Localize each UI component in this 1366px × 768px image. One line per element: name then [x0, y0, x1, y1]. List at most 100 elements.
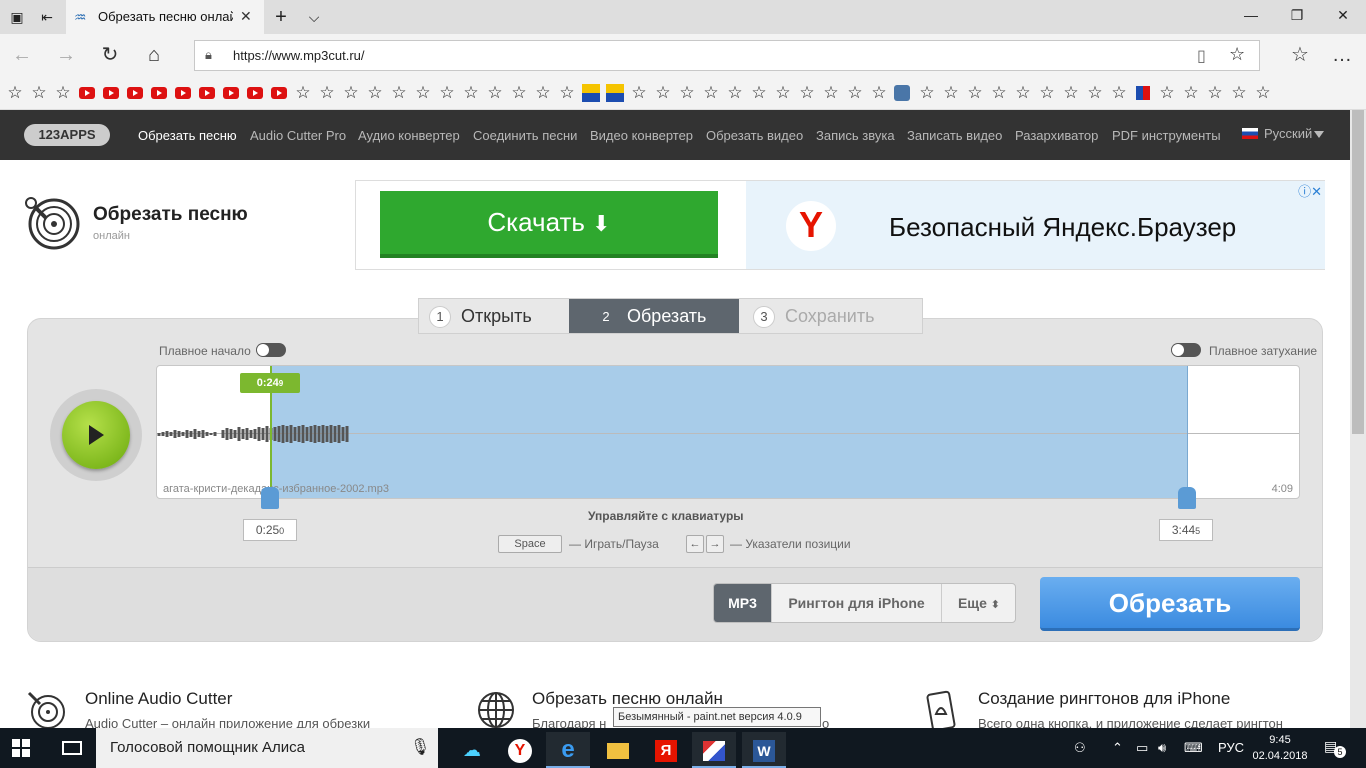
- favorite-star-icon[interactable]: ☆: [870, 84, 888, 102]
- paint-net-taskbar-icon[interactable]: [692, 732, 736, 768]
- favorite-star-icon[interactable]: ☆: [462, 84, 480, 102]
- nav-item-cut-song[interactable]: Обрезать песню: [138, 128, 237, 143]
- favorite-star-icon[interactable]: ☆: [822, 84, 840, 102]
- favorite-star-icon[interactable]: ☆: [942, 84, 960, 102]
- scrollbar-thumb[interactable]: [1352, 110, 1364, 434]
- yandex-browser-taskbar-icon[interactable]: Y: [498, 732, 542, 768]
- favorite-star-icon[interactable]: ☆: [294, 84, 312, 102]
- favorite-star-icon[interactable]: ☆: [390, 84, 408, 102]
- format-iphone-ringtone-button[interactable]: Рингтон для iPhone: [772, 584, 942, 622]
- favorite-star-icon[interactable]: ☆: [726, 84, 744, 102]
- favorite-star-icon[interactable]: ☆: [534, 84, 552, 102]
- taskbar-search-box[interactable]: Голосовой помощник Алиса 🎙︎: [96, 728, 438, 768]
- maximize-button[interactable]: ❐: [1282, 7, 1312, 27]
- page-scrollbar[interactable]: [1350, 110, 1366, 728]
- site-logo[interactable]: 123APPS: [24, 124, 110, 146]
- colored-favorite-icon[interactable]: [582, 84, 600, 102]
- vk-favorite-icon[interactable]: [894, 85, 910, 101]
- yandex-taskbar-icon[interactable]: Я: [644, 732, 688, 768]
- format-more-button[interactable]: Еще ⬍: [942, 584, 1015, 622]
- favorite-star-icon[interactable]: ☆: [774, 84, 792, 102]
- favorite-star-icon[interactable]: ☆: [30, 84, 48, 102]
- minimize-button[interactable]: —: [1236, 7, 1266, 27]
- nav-item-video-converter[interactable]: Видео конвертер: [590, 128, 693, 143]
- tab-list-icon[interactable]: ▣: [8, 8, 26, 26]
- forward-arrow-icon[interactable]: →: [54, 43, 78, 67]
- youtube-favorite-icon[interactable]: [270, 84, 288, 102]
- waveform-area[interactable]: агата-кристи-декаданс-избранное-2002.mp3…: [156, 365, 1300, 499]
- people-icon[interactable]: ⚇: [1074, 740, 1086, 756]
- ad-choices-icon[interactable]: ⓘ✕: [1298, 181, 1322, 200]
- word-taskbar-icon[interactable]: W: [742, 732, 786, 768]
- cut-button[interactable]: Обрезать: [1040, 577, 1300, 631]
- advertisement-banner[interactable]: Скачать ⬇ Y Безопасный Яндекс.Браузер ⓘ✕: [355, 180, 1325, 270]
- ad-download-button[interactable]: Скачать ⬇: [380, 191, 718, 258]
- youtube-favorite-icon[interactable]: [174, 84, 192, 102]
- favorite-star-icon[interactable]: ☆: [54, 84, 72, 102]
- nav-item-cut-video[interactable]: Обрезать видео: [706, 128, 803, 143]
- favorite-star-icon[interactable]: ☆: [510, 84, 528, 102]
- favorite-star-icon[interactable]: ☆: [846, 84, 864, 102]
- youtube-favorite-icon[interactable]: [246, 84, 264, 102]
- url-text[interactable]: https://www.mp3cut.ru/: [233, 48, 365, 63]
- favorite-star-icon[interactable]: ☆: [966, 84, 984, 102]
- system-clock[interactable]: 9:45 02.04.2018: [1252, 732, 1308, 764]
- youtube-favorite-icon[interactable]: [198, 84, 216, 102]
- youtube-favorite-icon[interactable]: [102, 84, 120, 102]
- network-icon[interactable]: ▭: [1136, 740, 1148, 756]
- favorite-star-icon[interactable]: ☆: [654, 84, 672, 102]
- keyboard-icon[interactable]: ⌨: [1184, 740, 1203, 756]
- youtube-favorite-icon[interactable]: [222, 84, 240, 102]
- back-arrow-icon[interactable]: ←: [10, 43, 34, 67]
- favorite-star-icon[interactable]: ☆: [1206, 84, 1224, 102]
- favorite-star-icon[interactable]: ☆: [1062, 84, 1080, 102]
- favorite-star-icon[interactable]: ☆: [1158, 84, 1176, 102]
- favorite-star-icon[interactable]: ☆: [1230, 84, 1248, 102]
- home-icon[interactable]: ⌂: [142, 43, 166, 67]
- start-time-field[interactable]: 0:250: [243, 519, 297, 541]
- start-handle[interactable]: [261, 487, 279, 509]
- more-menu-icon[interactable]: …: [1330, 43, 1354, 67]
- sj-favorite-icon[interactable]: [1136, 86, 1150, 100]
- youtube-favorite-icon[interactable]: [126, 84, 144, 102]
- new-tab-button[interactable]: +: [272, 7, 290, 27]
- favorite-star-icon[interactable]: ☆: [414, 84, 432, 102]
- volume-icon[interactable]: 🔊︎: [1158, 740, 1166, 756]
- favorite-star-icon[interactable]: ☆: [630, 84, 648, 102]
- refresh-icon[interactable]: ↻: [98, 43, 122, 67]
- step-cut[interactable]: 2 Обрезать: [569, 299, 739, 333]
- favorite-star-icon[interactable]: ☆: [702, 84, 720, 102]
- step-save[interactable]: 3 Сохранить: [753, 299, 874, 333]
- microphone-icon[interactable]: 🎙︎: [410, 737, 430, 757]
- favorite-star-icon[interactable]: ☆: [750, 84, 768, 102]
- play-button[interactable]: [62, 401, 130, 469]
- fade-in-toggle[interactable]: [256, 343, 286, 357]
- reading-view-icon[interactable]: ▯: [1197, 46, 1206, 66]
- tab-preview-chevron-icon[interactable]: ⌵: [305, 8, 323, 26]
- favorite-star-icon[interactable]: ☆: [6, 84, 24, 102]
- favorite-star-icon[interactable]: ☆: [678, 84, 696, 102]
- weather-app-icon[interactable]: ☁: [450, 732, 494, 768]
- favorite-star-icon[interactable]: ☆: [918, 84, 936, 102]
- favorite-star-icon[interactable]: ☆: [438, 84, 456, 102]
- set-aside-tabs-icon[interactable]: ⇤: [38, 8, 56, 26]
- favorite-star-icon[interactable]: ☆: [1229, 44, 1245, 65]
- tab-close-icon[interactable]: ✕: [240, 8, 252, 25]
- favorite-star-icon[interactable]: ☆: [342, 84, 360, 102]
- edge-browser-taskbar-icon[interactable]: e: [546, 732, 590, 768]
- windows-start-icon[interactable]: [12, 739, 30, 757]
- tray-expand-chevron-icon[interactable]: ⌃: [1112, 740, 1123, 756]
- favorite-star-icon[interactable]: ☆: [1182, 84, 1200, 102]
- favorites-hub-icon[interactable]: ☆: [1288, 43, 1312, 67]
- favorite-star-icon[interactable]: ☆: [366, 84, 384, 102]
- favorite-star-icon[interactable]: ☆: [798, 84, 816, 102]
- nav-item-pdf-tools[interactable]: PDF инструменты: [1112, 128, 1221, 143]
- favorite-star-icon[interactable]: ☆: [1038, 84, 1056, 102]
- format-mp3-button[interactable]: MP3: [714, 584, 772, 622]
- step-open[interactable]: 1 Открыть: [429, 299, 532, 333]
- favorite-star-icon[interactable]: ☆: [558, 84, 576, 102]
- input-language[interactable]: РУС: [1218, 740, 1244, 755]
- nav-item-record-audio[interactable]: Запись звука: [816, 128, 895, 143]
- nav-item-audio-cutter-pro[interactable]: Audio Cutter Pro: [250, 128, 346, 143]
- favorite-star-icon[interactable]: ☆: [1086, 84, 1104, 102]
